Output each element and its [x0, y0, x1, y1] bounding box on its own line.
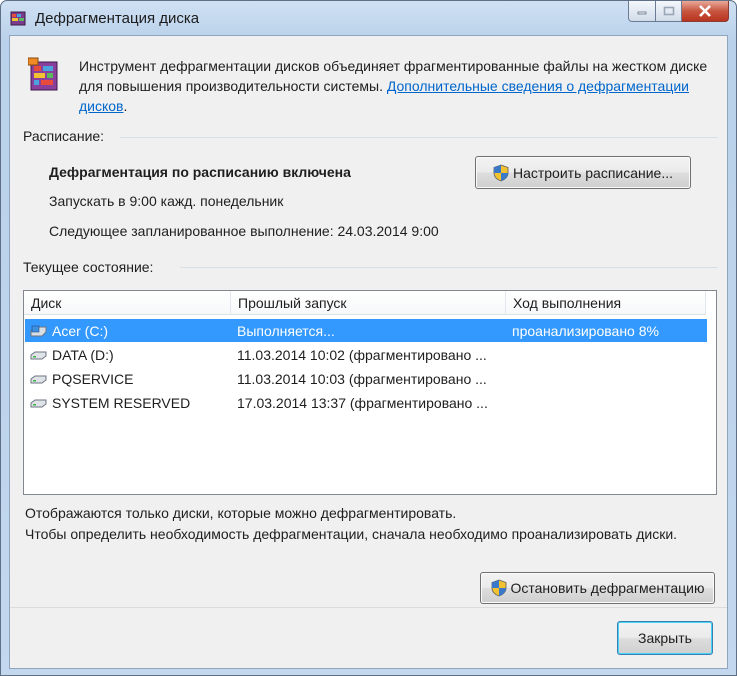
disk-list[interactable]: Диск Прошлый запуск Ход выполнения Acer … — [23, 290, 717, 495]
disk-list-header: Диск Прошлый запуск Ход выполнения — [24, 291, 716, 315]
schedule-status: Дефрагментация по расписанию включена — [49, 164, 351, 180]
disk-name: PQSERVICE — [52, 370, 134, 387]
disk-name: DATA (D:) — [52, 346, 114, 363]
disk-row-system-reserved[interactable]: SYSTEM RESERVED 17.03.2014 13:37 (фрагме… — [25, 391, 707, 414]
disk-cell: SYSTEM RESERVED — [25, 395, 231, 411]
minimize-icon — [637, 11, 647, 15]
disk-cell: Acer (C:) — [25, 323, 231, 339]
close-dialog-label: Закрыть — [638, 630, 692, 646]
schedule-divider — [120, 137, 718, 138]
close-icon — [699, 5, 711, 17]
eligible-disks-note: Отображаются только диски, которые можно… — [25, 505, 457, 521]
defrag-tool-icon — [28, 57, 58, 91]
dialog-button-bar: Закрыть — [10, 607, 727, 668]
schedule-run-time: Запускать в 9:00 кажд. понедельник — [49, 193, 284, 209]
progress-cell: проанализировано 8% — [512, 322, 659, 339]
schedule-section-label: Расписание: — [23, 128, 105, 144]
stop-defrag-button[interactable]: Остановить дефрагментацию — [480, 572, 715, 604]
configure-schedule-button[interactable]: Настроить расписание... — [475, 156, 691, 189]
hard-drive-icon — [30, 351, 47, 359]
maximize-button[interactable] — [656, 1, 682, 22]
defrag-window: Дефрагментация диска Инструмент дефрагме… — [0, 0, 737, 676]
close-window-button[interactable] — [682, 1, 729, 22]
disk-name: SYSTEM RESERVED — [52, 394, 191, 411]
uac-shield-icon — [493, 164, 509, 181]
hard-drive-icon — [30, 375, 47, 383]
disk-name: Acer (C:) — [52, 322, 108, 339]
stop-defrag-label: Остановить дефрагментацию — [510, 580, 705, 596]
close-dialog-button[interactable]: Закрыть — [617, 621, 713, 655]
intro-text: Инструмент дефрагментации дисков объедин… — [79, 56, 709, 116]
schedule-next-run: Следующее запланированное выполнение: 24… — [49, 223, 439, 239]
disk-row-pqservice[interactable]: PQSERVICE 11.03.2014 10:03 (фрагментиров… — [25, 367, 707, 390]
current-state-divider — [180, 267, 718, 268]
column-header-disk[interactable]: Диск — [24, 291, 231, 315]
analyze-hint-note: Чтобы определить необходимость дефрагмен… — [25, 526, 678, 542]
uac-shield-icon — [491, 579, 506, 597]
last-run-cell: 17.03.2014 13:37 (фрагментировано ... — [237, 394, 488, 411]
current-state-section-label: Текущее состояние: — [23, 259, 154, 275]
window-title: Дефрагментация диска — [35, 10, 200, 27]
defrag-app-icon — [10, 11, 26, 26]
configure-schedule-label: Настроить расписание... — [512, 164, 674, 181]
disk-cell: DATA (D:) — [25, 347, 231, 363]
column-header-progress[interactable]: Ход выполнения — [506, 291, 706, 315]
maximize-icon — [663, 6, 674, 16]
caption-buttons — [628, 1, 729, 22]
disk-row-c[interactable]: Acer (C:) Выполняется... проанализирован… — [25, 319, 707, 342]
last-run-cell: Выполняется... — [237, 322, 335, 339]
disk-cell: PQSERVICE — [25, 371, 231, 387]
system-drive-icon — [30, 325, 47, 336]
last-run-cell: 11.03.2014 10:03 (фрагментировано ... — [237, 370, 487, 387]
column-header-last-run[interactable]: Прошлый запуск — [231, 291, 506, 315]
hard-drive-icon — [30, 399, 47, 407]
title-bar[interactable]: Дефрагментация диска — [1, 1, 736, 35]
disk-row-d[interactable]: DATA (D:) 11.03.2014 10:02 (фрагментиров… — [25, 343, 707, 366]
dialog-client-area: Инструмент дефрагментации дисков объедин… — [9, 35, 728, 669]
minimize-button[interactable] — [628, 1, 656, 22]
intro-period: . — [123, 98, 128, 114]
last-run-cell: 11.03.2014 10:02 (фрагментировано ... — [237, 346, 487, 363]
